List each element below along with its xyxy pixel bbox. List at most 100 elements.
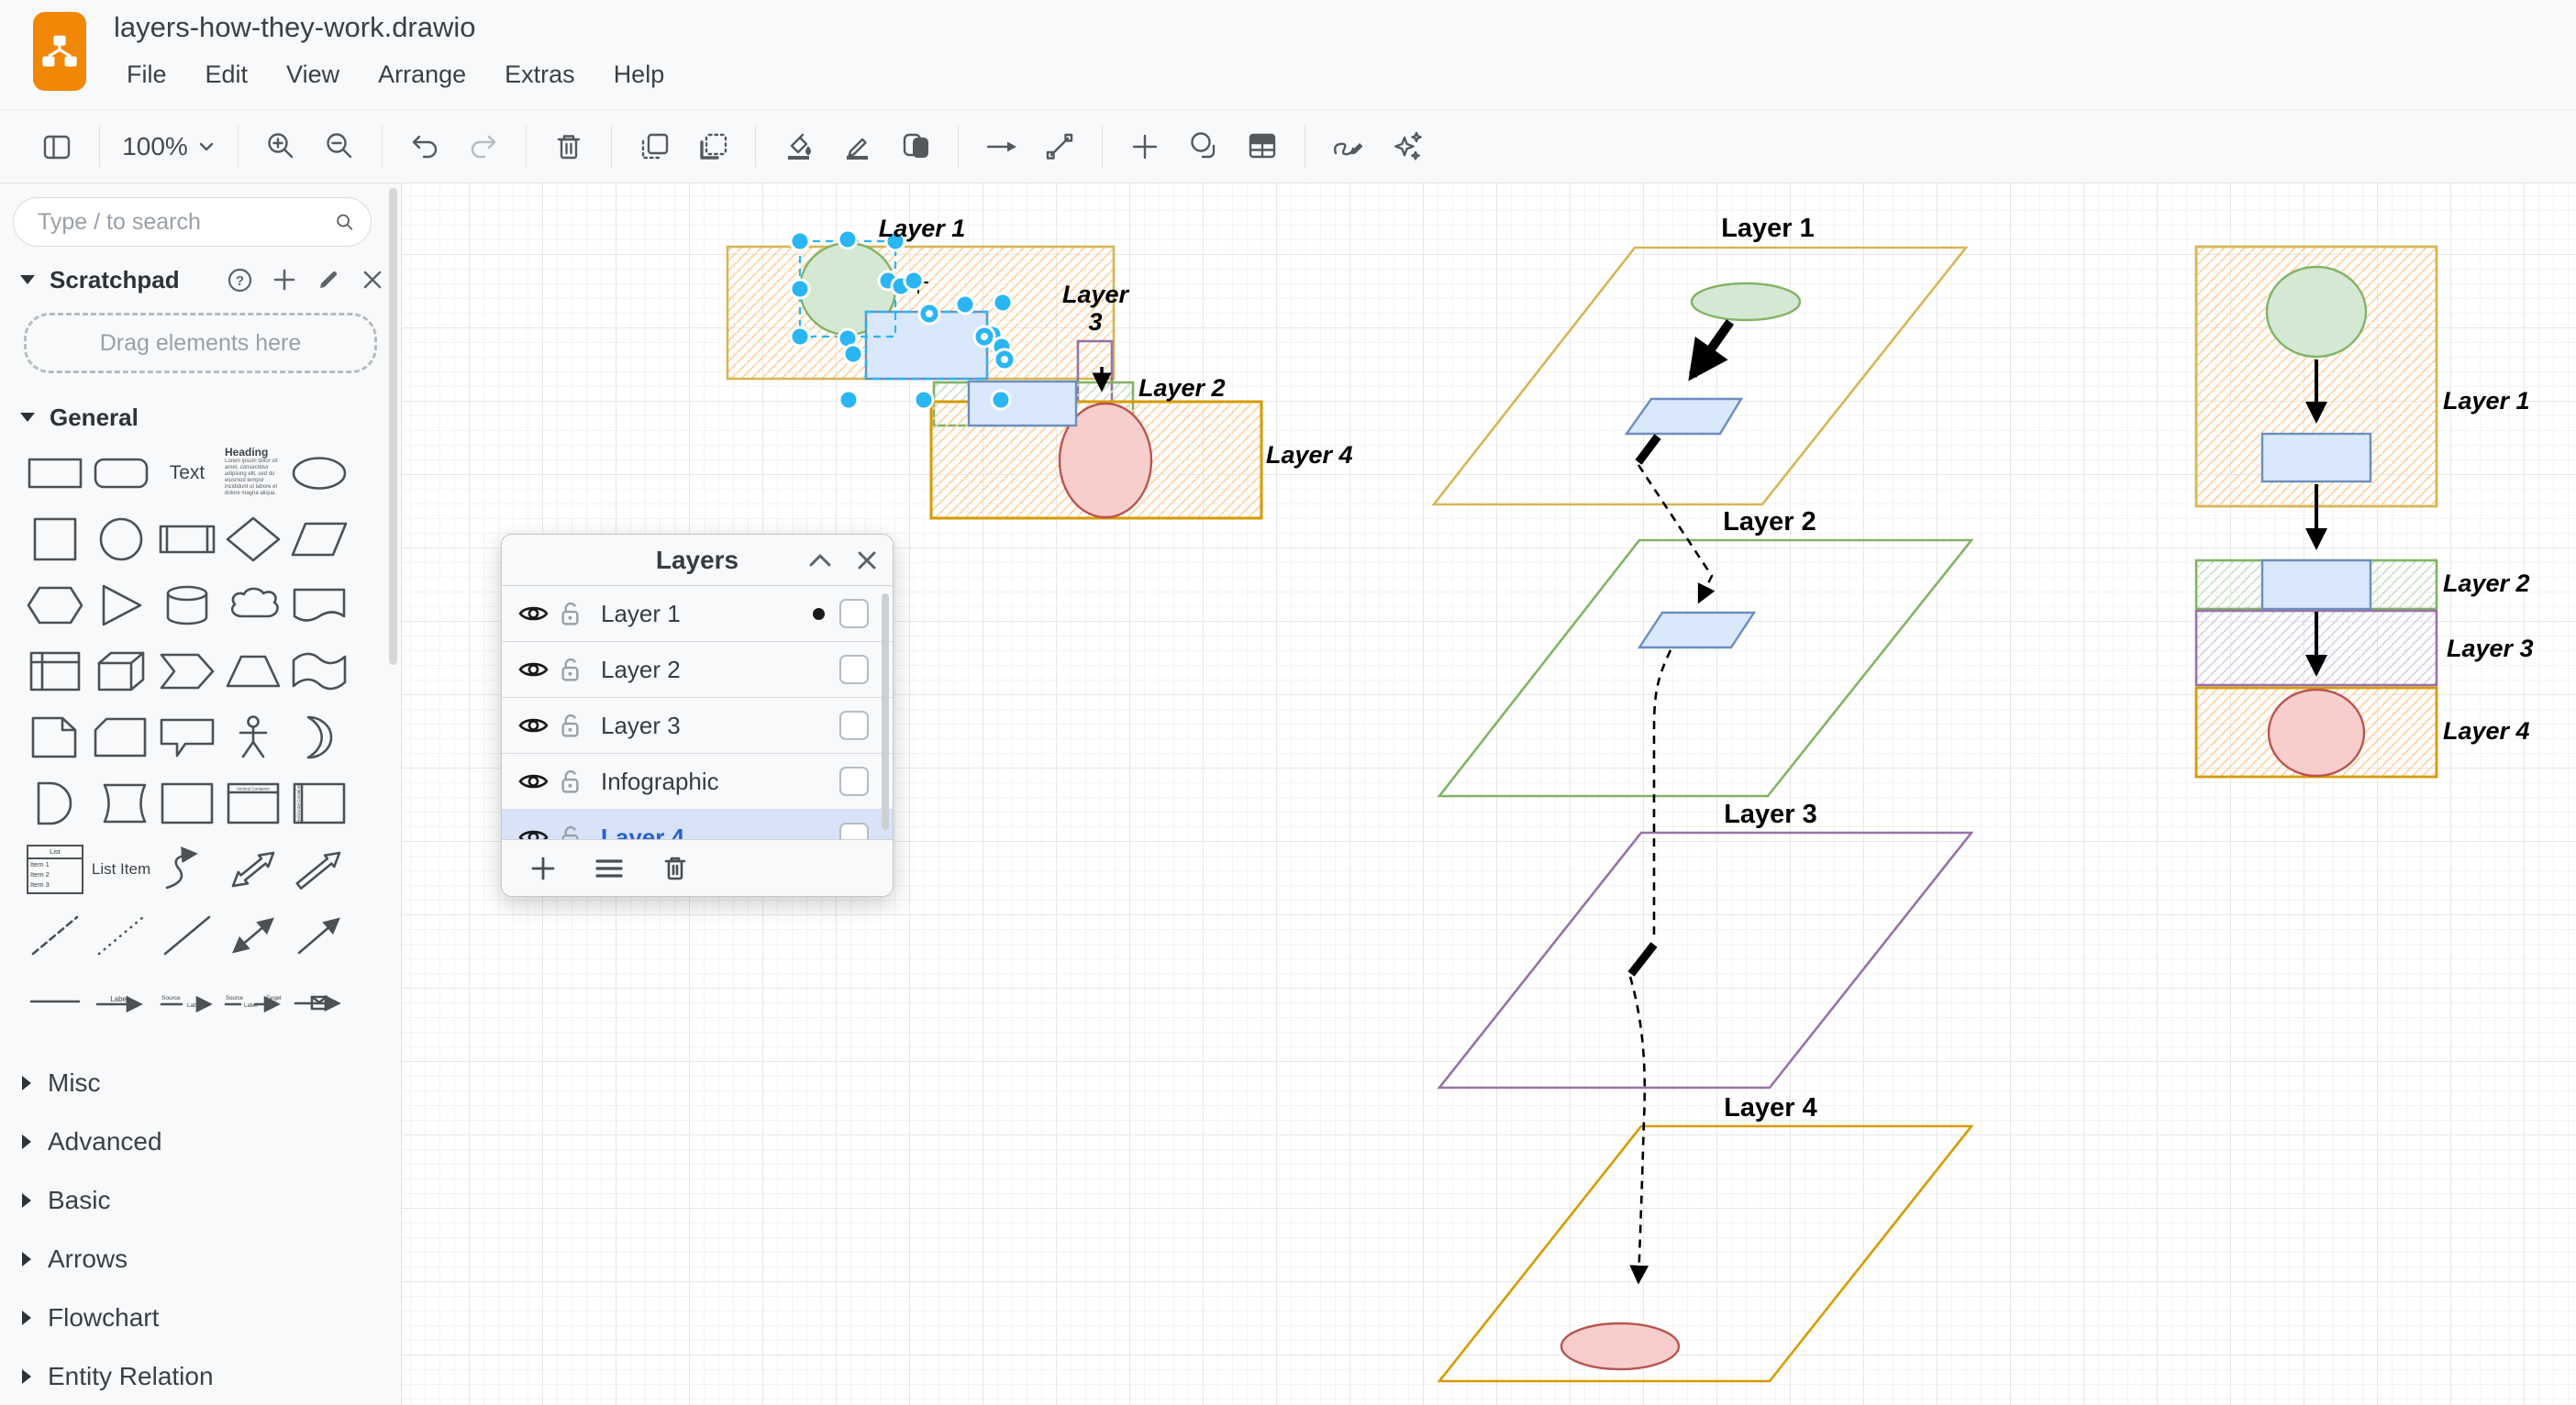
layer-row-layer2[interactable]: Layer 2	[502, 642, 893, 698]
redo-button[interactable]	[454, 121, 513, 172]
shape-ellipse[interactable]	[286, 445, 352, 502]
shape-or[interactable]	[286, 709, 352, 766]
shape-arrow-with-label[interactable]: Label	[88, 973, 154, 1030]
connection-button[interactable]	[1030, 121, 1089, 172]
collapse-dialog-icon[interactable]	[808, 552, 832, 569]
shape-triangle[interactable]	[88, 577, 154, 634]
shape-directional-connector[interactable]	[286, 907, 352, 964]
shape-search[interactable]	[13, 197, 372, 247]
shape-process[interactable]	[154, 511, 220, 568]
sidebar-section-basic[interactable]: Basic	[0, 1171, 401, 1230]
shape-arrow-source-label[interactable]: SourceLabel	[154, 973, 220, 1030]
visibility-eye-icon[interactable]	[518, 659, 549, 680]
line-color-button[interactable]	[827, 121, 886, 172]
layers-scrollbar[interactable]	[882, 593, 889, 830]
scratchpad-edit-icon[interactable]	[316, 268, 340, 292]
shape-parallelogram[interactable]	[286, 511, 352, 568]
menu-arrange[interactable]: Arrange	[378, 61, 466, 89]
delete-layer-icon[interactable]	[661, 854, 689, 883]
layer-checkbox[interactable]	[839, 599, 869, 628]
layer-row-layer1[interactable]: Layer 1	[502, 586, 893, 642]
shape-arrow-source-label-target[interactable]: SourceLabelTarget	[220, 973, 286, 1030]
scratchpad-add-icon[interactable]	[272, 268, 296, 292]
shape-internal-storage[interactable]	[22, 643, 88, 700]
shape-bidirectional-arrow[interactable]	[220, 841, 286, 898]
shape-textbox[interactable]: HeadingLorem ipsum dolor sit amet, conse…	[220, 445, 286, 502]
layer-checkbox[interactable]	[839, 655, 869, 684]
shape-bidirectional-connector[interactable]	[220, 907, 286, 964]
layer-row-layer3[interactable]: Layer 3	[502, 698, 893, 754]
sparkle-ai-button[interactable]	[1377, 121, 1436, 172]
shape-cube[interactable]	[88, 643, 154, 700]
sidebar-section-misc[interactable]: Misc	[0, 1054, 401, 1112]
layer-checkbox[interactable]	[839, 767, 869, 796]
layer-checkbox[interactable]	[839, 823, 869, 839]
shape-link[interactable]	[22, 973, 88, 1030]
shadow-button[interactable]	[886, 121, 945, 172]
layer-row-layer4[interactable]: Layer 4	[502, 810, 893, 839]
shape-actor[interactable]	[220, 709, 286, 766]
shape-circle[interactable]	[88, 511, 154, 568]
layer-name[interactable]: Layer 2	[601, 656, 839, 684]
sidebar-section-arrows[interactable]: Arrows	[0, 1230, 401, 1289]
menu-help[interactable]: Help	[614, 61, 665, 89]
visibility-eye-icon[interactable]	[518, 771, 549, 791]
layer-name[interactable]: Layer 4	[601, 824, 839, 840]
unlock-icon[interactable]	[559, 769, 582, 795]
insert-button[interactable]	[1116, 121, 1174, 172]
scratchpad-drop-zone[interactable]: Drag elements here	[24, 313, 377, 373]
shape-arrow[interactable]	[286, 841, 352, 898]
shape-list[interactable]: ListItem 1Item 2Item 3	[22, 841, 88, 898]
sidebar-scrollbar[interactable]	[389, 188, 397, 665]
shape-callout[interactable]	[154, 709, 220, 766]
layer-row-infographic[interactable]: Infographic	[502, 754, 893, 810]
shape-data-storage[interactable]	[88, 775, 154, 832]
shape-and[interactable]	[22, 775, 88, 832]
shape-step[interactable]	[154, 643, 220, 700]
shape-square[interactable]	[22, 511, 88, 568]
menu-file[interactable]: File	[127, 61, 167, 89]
zoom-dropdown[interactable]: 100%	[113, 132, 225, 161]
shape-container[interactable]	[154, 775, 220, 832]
to-front-button[interactable]	[625, 121, 683, 172]
shape-text[interactable]: Text	[154, 445, 220, 502]
shape-arrow-with-icon[interactable]	[286, 973, 352, 1030]
unlock-icon[interactable]	[559, 601, 582, 627]
shape-curve[interactable]	[154, 841, 220, 898]
layers-dialog-header[interactable]: Layers	[502, 535, 893, 586]
shape-horizontal-container[interactable]: Horizontal Container	[286, 775, 352, 832]
toggle-panel-button[interactable]	[28, 121, 86, 172]
layer-name[interactable]: Layer 1	[601, 600, 813, 628]
sidebar-section-entity-relation[interactable]: Entity Relation	[0, 1347, 401, 1405]
layer-name[interactable]: Layer 3	[601, 712, 839, 740]
layer-name[interactable]: Infographic	[601, 768, 839, 796]
search-input[interactable]	[36, 208, 335, 237]
shape-cloud[interactable]	[220, 577, 286, 634]
shape-rounded-rectangle[interactable]	[88, 445, 154, 502]
fill-color-button[interactable]	[769, 121, 827, 172]
scratchpad-close-icon[interactable]	[361, 268, 384, 292]
shape-hexagon[interactable]	[22, 577, 88, 634]
to-back-button[interactable]	[683, 121, 742, 172]
insert-shape-button[interactable]	[1174, 121, 1233, 172]
layer-checkbox[interactable]	[839, 711, 869, 740]
zoom-in-button[interactable]	[251, 121, 310, 172]
shape-diamond[interactable]	[220, 511, 286, 568]
shape-note[interactable]	[22, 709, 88, 766]
zoom-out-button[interactable]	[310, 121, 369, 172]
undo-button[interactable]	[395, 121, 454, 172]
close-dialog-icon[interactable]	[856, 549, 878, 571]
delete-button[interactable]	[539, 121, 598, 172]
visibility-eye-icon[interactable]	[518, 715, 549, 736]
shape-trapezoid[interactable]	[220, 643, 286, 700]
unlock-icon[interactable]	[559, 713, 582, 739]
menu-extras[interactable]: Extras	[505, 61, 575, 89]
shape-document[interactable]	[286, 577, 352, 634]
shape-card[interactable]	[88, 709, 154, 766]
visibility-eye-icon[interactable]	[518, 827, 549, 839]
help-icon[interactable]: ?	[228, 268, 252, 293]
shape-tape[interactable]	[286, 643, 352, 700]
shape-line[interactable]	[154, 907, 220, 964]
menu-view[interactable]: View	[286, 61, 339, 89]
shape-vertical-container[interactable]: Vertical Container	[220, 775, 286, 832]
